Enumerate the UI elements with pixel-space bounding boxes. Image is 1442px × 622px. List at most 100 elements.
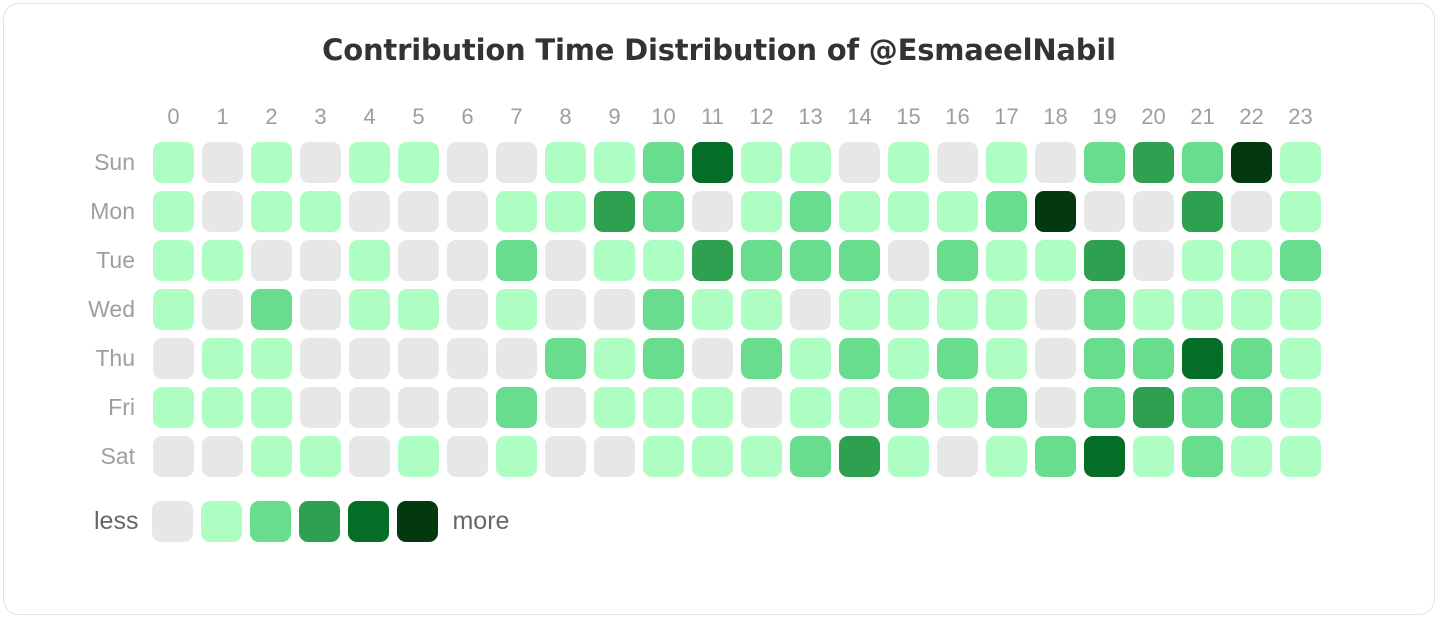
heatmap-cell-wed-22[interactable]	[1231, 289, 1272, 330]
heatmap-cell-fri-10[interactable]	[643, 387, 684, 428]
heatmap-cell-sun-21[interactable]	[1182, 142, 1223, 183]
heatmap-cell-tue-14[interactable]	[839, 240, 880, 281]
heatmap-cell-wed-3[interactable]	[300, 289, 341, 330]
heatmap-cell-wed-0[interactable]	[153, 289, 194, 330]
heatmap-cell-tue-11[interactable]	[692, 240, 733, 281]
heatmap-cell-mon-10[interactable]	[643, 191, 684, 232]
heatmap-cell-sun-11[interactable]	[692, 142, 733, 183]
heatmap-cell-sun-15[interactable]	[888, 142, 929, 183]
heatmap-cell-sat-1[interactable]	[202, 436, 243, 477]
heatmap-cell-sun-16[interactable]	[937, 142, 978, 183]
heatmap-cell-wed-19[interactable]	[1084, 289, 1125, 330]
heatmap-cell-wed-8[interactable]	[545, 289, 586, 330]
heatmap-cell-sat-14[interactable]	[839, 436, 880, 477]
heatmap-cell-thu-1[interactable]	[202, 338, 243, 379]
heatmap-cell-wed-16[interactable]	[937, 289, 978, 330]
heatmap-cell-sun-17[interactable]	[986, 142, 1027, 183]
heatmap-cell-fri-3[interactable]	[300, 387, 341, 428]
heatmap-cell-sat-13[interactable]	[790, 436, 831, 477]
heatmap-cell-mon-4[interactable]	[349, 191, 390, 232]
heatmap-cell-wed-17[interactable]	[986, 289, 1027, 330]
heatmap-cell-sat-18[interactable]	[1035, 436, 1076, 477]
heatmap-cell-fri-1[interactable]	[202, 387, 243, 428]
heatmap-cell-mon-14[interactable]	[839, 191, 880, 232]
heatmap-cell-tue-2[interactable]	[251, 240, 292, 281]
heatmap-cell-sat-10[interactable]	[643, 436, 684, 477]
heatmap-cell-tue-17[interactable]	[986, 240, 1027, 281]
heatmap-cell-thu-9[interactable]	[594, 338, 635, 379]
heatmap-cell-mon-12[interactable]	[741, 191, 782, 232]
heatmap-cell-thu-10[interactable]	[643, 338, 684, 379]
heatmap-cell-thu-11[interactable]	[692, 338, 733, 379]
heatmap-cell-mon-21[interactable]	[1182, 191, 1223, 232]
heatmap-cell-thu-22[interactable]	[1231, 338, 1272, 379]
heatmap-cell-thu-18[interactable]	[1035, 338, 1076, 379]
heatmap-cell-mon-20[interactable]	[1133, 191, 1174, 232]
heatmap-cell-sun-13[interactable]	[790, 142, 831, 183]
heatmap-cell-fri-2[interactable]	[251, 387, 292, 428]
heatmap-cell-tue-23[interactable]	[1280, 240, 1321, 281]
heatmap-cell-fri-19[interactable]	[1084, 387, 1125, 428]
heatmap-cell-fri-14[interactable]	[839, 387, 880, 428]
heatmap-cell-tue-18[interactable]	[1035, 240, 1076, 281]
heatmap-cell-wed-1[interactable]	[202, 289, 243, 330]
heatmap-cell-tue-15[interactable]	[888, 240, 929, 281]
heatmap-cell-tue-21[interactable]	[1182, 240, 1223, 281]
heatmap-cell-sun-4[interactable]	[349, 142, 390, 183]
heatmap-cell-thu-8[interactable]	[545, 338, 586, 379]
heatmap-cell-sun-3[interactable]	[300, 142, 341, 183]
heatmap-cell-tue-12[interactable]	[741, 240, 782, 281]
heatmap-cell-mon-0[interactable]	[153, 191, 194, 232]
heatmap-cell-sat-20[interactable]	[1133, 436, 1174, 477]
heatmap-cell-thu-3[interactable]	[300, 338, 341, 379]
heatmap-cell-thu-14[interactable]	[839, 338, 880, 379]
heatmap-cell-sun-19[interactable]	[1084, 142, 1125, 183]
heatmap-cell-tue-1[interactable]	[202, 240, 243, 281]
heatmap-cell-tue-19[interactable]	[1084, 240, 1125, 281]
heatmap-cell-sat-6[interactable]	[447, 436, 488, 477]
heatmap-cell-sun-10[interactable]	[643, 142, 684, 183]
heatmap-cell-wed-13[interactable]	[790, 289, 831, 330]
heatmap-cell-sat-23[interactable]	[1280, 436, 1321, 477]
heatmap-cell-thu-15[interactable]	[888, 338, 929, 379]
heatmap-cell-sat-22[interactable]	[1231, 436, 1272, 477]
heatmap-cell-sat-19[interactable]	[1084, 436, 1125, 477]
heatmap-cell-mon-8[interactable]	[545, 191, 586, 232]
heatmap-cell-fri-15[interactable]	[888, 387, 929, 428]
heatmap-cell-mon-16[interactable]	[937, 191, 978, 232]
heatmap-cell-wed-23[interactable]	[1280, 289, 1321, 330]
heatmap-cell-sun-9[interactable]	[594, 142, 635, 183]
heatmap-cell-sat-3[interactable]	[300, 436, 341, 477]
heatmap-cell-sat-21[interactable]	[1182, 436, 1223, 477]
heatmap-cell-fri-7[interactable]	[496, 387, 537, 428]
heatmap-cell-sat-12[interactable]	[741, 436, 782, 477]
heatmap-cell-sat-17[interactable]	[986, 436, 1027, 477]
heatmap-cell-wed-18[interactable]	[1035, 289, 1076, 330]
heatmap-cell-thu-5[interactable]	[398, 338, 439, 379]
heatmap-cell-tue-13[interactable]	[790, 240, 831, 281]
heatmap-cell-tue-6[interactable]	[447, 240, 488, 281]
heatmap-cell-sat-9[interactable]	[594, 436, 635, 477]
heatmap-cell-thu-16[interactable]	[937, 338, 978, 379]
heatmap-cell-wed-4[interactable]	[349, 289, 390, 330]
heatmap-cell-sat-0[interactable]	[153, 436, 194, 477]
heatmap-cell-sat-15[interactable]	[888, 436, 929, 477]
heatmap-cell-sun-0[interactable]	[153, 142, 194, 183]
heatmap-cell-wed-20[interactable]	[1133, 289, 1174, 330]
heatmap-cell-thu-17[interactable]	[986, 338, 1027, 379]
heatmap-cell-fri-8[interactable]	[545, 387, 586, 428]
heatmap-cell-mon-6[interactable]	[447, 191, 488, 232]
heatmap-cell-mon-18[interactable]	[1035, 191, 1076, 232]
heatmap-cell-sat-4[interactable]	[349, 436, 390, 477]
heatmap-cell-fri-17[interactable]	[986, 387, 1027, 428]
heatmap-cell-sun-22[interactable]	[1231, 142, 1272, 183]
heatmap-cell-sat-8[interactable]	[545, 436, 586, 477]
heatmap-cell-thu-21[interactable]	[1182, 338, 1223, 379]
heatmap-cell-wed-6[interactable]	[447, 289, 488, 330]
heatmap-cell-fri-13[interactable]	[790, 387, 831, 428]
heatmap-cell-wed-9[interactable]	[594, 289, 635, 330]
heatmap-cell-thu-7[interactable]	[496, 338, 537, 379]
heatmap-cell-fri-9[interactable]	[594, 387, 635, 428]
heatmap-cell-sun-14[interactable]	[839, 142, 880, 183]
heatmap-cell-fri-16[interactable]	[937, 387, 978, 428]
